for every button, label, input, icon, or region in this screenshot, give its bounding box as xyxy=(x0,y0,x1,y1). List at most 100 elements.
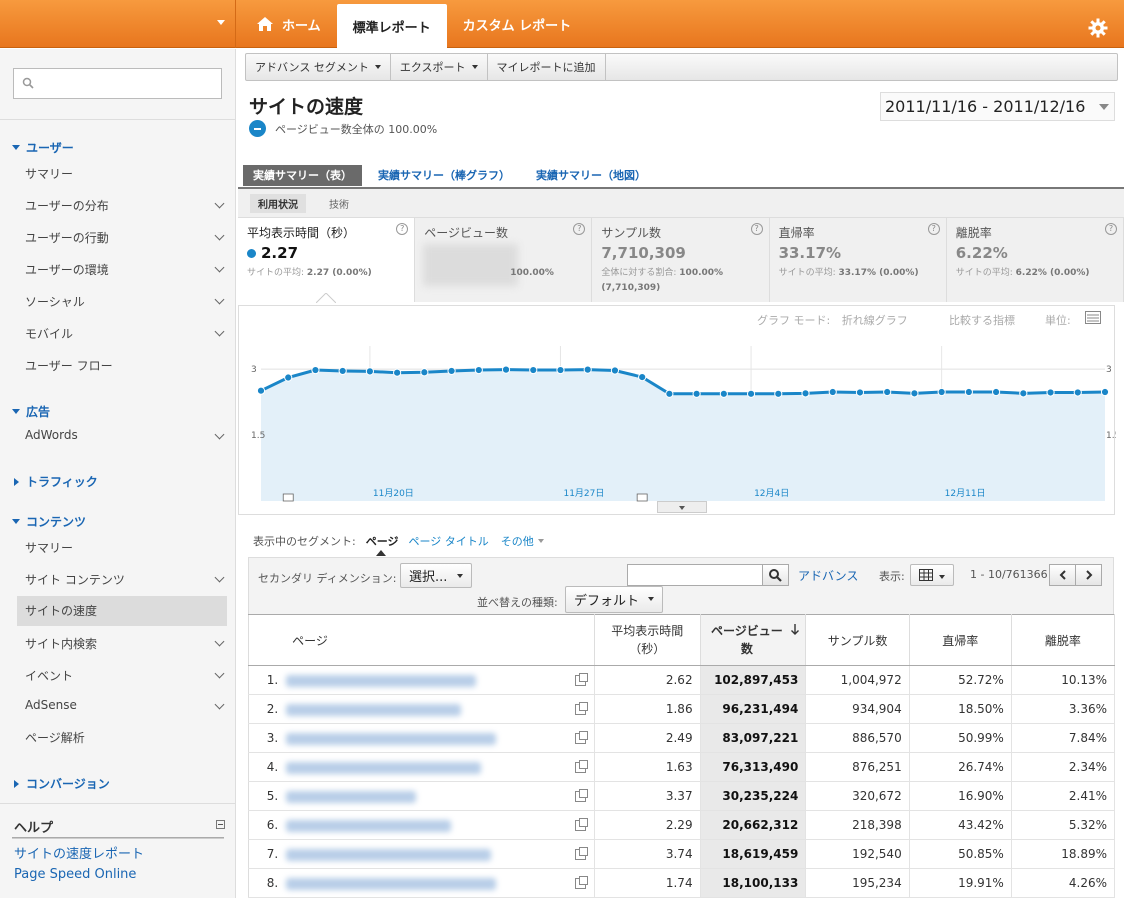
section-users[interactable]: ユーザー xyxy=(12,139,74,156)
secondary-dim-select[interactable]: 選択... xyxy=(400,563,472,588)
avg-load-time-cell: 3.74 xyxy=(594,839,701,869)
sidebar-item-content-summary[interactable]: サマリー xyxy=(25,539,225,556)
sidebar-item-site-content[interactable]: サイト コンテンツ xyxy=(25,571,225,588)
tab-standard-reports[interactable]: 標準レポート xyxy=(336,4,447,48)
section-conversion[interactable]: コンバージョン xyxy=(12,775,110,792)
page-cell[interactable] xyxy=(286,723,596,753)
samples-cell: 886,570 xyxy=(805,723,910,753)
open-link-icon[interactable] xyxy=(575,760,589,773)
y-tick-label-left: 1.5 xyxy=(251,431,265,441)
scorecard-bounce-rate[interactable]: 直帰率 ? 33.17% サイトの平均: 33.17% (0.00%) xyxy=(769,218,947,302)
table-row[interactable]: 1. 2.62 102,897,453 1,004,972 52.72% 10.13% xyxy=(248,665,1116,695)
table-row[interactable]: 5. 3.37 30,235,224 320,672 16.90% 2.41% xyxy=(248,781,1116,811)
view-type-select[interactable] xyxy=(910,564,954,586)
table-filter-button[interactable] xyxy=(762,564,789,586)
sidebar-item-users-demographics[interactable]: ユーザーの分布 xyxy=(25,197,225,214)
header-bounce-rate[interactable]: 直帰率 xyxy=(909,614,1012,666)
scorecard-avg-load-time[interactable]: 平均表示時間（秒） ? 2.27 サイトの平均: 2.27 (0.00%) xyxy=(238,218,416,302)
open-link-icon[interactable] xyxy=(575,702,589,715)
header-samples[interactable]: サンプル数 xyxy=(805,614,910,666)
sort-type-select[interactable]: デフォルト xyxy=(565,586,663,613)
sidebar-item-site-search[interactable]: サイト内検索 xyxy=(25,635,225,652)
sidebar-item-users-behavior[interactable]: ユーザーの行動 xyxy=(25,229,225,246)
table-row[interactable]: 2. 1.86 96,231,494 934,904 18.50% 3.36% xyxy=(248,694,1116,724)
header-pageviews[interactable]: ページビュー数 xyxy=(700,614,807,666)
table-filter-input[interactable] xyxy=(627,564,763,586)
table-row[interactable]: 7. 3.74 18,619,459 192,540 50.85% 18.89% xyxy=(248,839,1116,869)
help-icon[interactable]: ? xyxy=(750,223,763,235)
subtab-technical[interactable]: 技術 xyxy=(321,194,357,213)
tab-home[interactable]: ホーム xyxy=(240,0,337,48)
segment-icon[interactable] xyxy=(249,120,266,137)
date-range-picker[interactable]: 2011/11/16 - 2011/12/16 xyxy=(880,92,1115,121)
open-link-icon[interactable] xyxy=(575,876,589,889)
sidebar-item-adsense[interactable]: AdSense xyxy=(25,698,225,712)
sidebar-search[interactable] xyxy=(13,68,222,99)
help-icon[interactable]: ? xyxy=(927,223,940,235)
sidebar-item-in-page-analytics[interactable]: ページ解析 xyxy=(25,729,225,746)
help-icon[interactable]: ? xyxy=(396,223,409,235)
section-traffic[interactable]: トラフィック xyxy=(12,473,98,490)
next-page-button[interactable] xyxy=(1075,564,1102,586)
sidebar-item-events[interactable]: イベント xyxy=(25,667,225,684)
subtab-usage[interactable]: 利用状況 xyxy=(250,193,306,213)
tab-explorer-map[interactable]: 実績サマリー（地図） xyxy=(526,165,656,186)
minimize-icon[interactable] xyxy=(216,820,225,829)
help-link-page-speed-online[interactable]: Page Speed Online xyxy=(14,867,136,882)
tab-explorer-table[interactable]: 実績サマリー（表） xyxy=(243,165,362,186)
export-button[interactable]: エクスポート xyxy=(391,54,488,80)
help-link-site-speed[interactable]: サイトの速度レポート xyxy=(14,843,144,862)
sidebar-item-site-speed[interactable]: サイトの速度 xyxy=(17,596,227,626)
sidebar-item-users-technology[interactable]: ユーザーの環境 xyxy=(25,261,225,278)
graph-mode[interactable]: グラフ モード: 折れ線グラフ xyxy=(757,312,908,328)
advanced-filter-link[interactable]: アドバンス xyxy=(798,567,858,584)
help-icon[interactable]: ? xyxy=(1104,223,1117,235)
help-icon[interactable]: ? xyxy=(573,223,586,235)
page-cell[interactable] xyxy=(286,665,596,695)
scorecard-exit-rate[interactable]: 離脱率 ? 6.22% サイトの平均: 6.22% (0.00%) xyxy=(946,218,1124,302)
scorecards: 平均表示時間（秒） ? 2.27 サイトの平均: 2.27 (0.00%) ペー… xyxy=(238,218,1124,302)
tab-custom-reports[interactable]: カスタム レポート xyxy=(447,0,588,48)
open-link-icon[interactable] xyxy=(575,818,589,831)
dimension-page-title[interactable]: ページ タイトル xyxy=(409,533,489,549)
page-cell[interactable] xyxy=(286,694,596,724)
account-selector[interactable] xyxy=(0,0,236,48)
page-cell[interactable] xyxy=(286,752,596,782)
sidebar-search-input[interactable] xyxy=(42,73,217,95)
open-link-icon[interactable] xyxy=(575,673,589,686)
gear-icon[interactable] xyxy=(1088,18,1108,38)
page-cell[interactable] xyxy=(286,781,596,811)
section-ads[interactable]: 広告 xyxy=(12,403,50,420)
table-row[interactable]: 6. 2.29 20,662,312 218,398 43.42% 5.32% xyxy=(248,810,1116,840)
open-link-icon[interactable] xyxy=(575,847,589,860)
samples-cell: 320,672 xyxy=(805,781,910,811)
table-icon[interactable] xyxy=(1085,311,1101,324)
add-to-dashboard-button[interactable]: マイレポートに追加 xyxy=(488,54,606,80)
data-point xyxy=(855,388,865,397)
compare-metric[interactable]: 比較する指標 xyxy=(949,312,1015,328)
header-page[interactable]: ページ xyxy=(286,614,596,666)
advanced-segments-button[interactable]: アドバンス セグメント xyxy=(246,54,391,80)
header-avg-load-time[interactable]: 平均表示時間（秒） xyxy=(594,614,701,666)
section-content[interactable]: コンテンツ xyxy=(12,513,86,530)
table-row[interactable]: 4. 1.63 76,313,490 876,251 26.74% 2.34% xyxy=(248,752,1116,782)
open-link-icon[interactable] xyxy=(575,731,589,744)
table-row[interactable]: 8. 1.74 18,100,133 195,234 19.91% 4.26% xyxy=(248,868,1116,898)
sidebar-item-users-mobile[interactable]: モバイル xyxy=(25,325,225,342)
graph-collapse-handle[interactable] xyxy=(657,501,707,513)
page-cell[interactable] xyxy=(286,839,596,869)
page-cell[interactable] xyxy=(286,868,596,898)
tab-explorer-bar[interactable]: 実績サマリー（棒グラフ） xyxy=(368,165,520,186)
table-row[interactable]: 3. 2.49 83,097,221 886,570 50.99% 7.84% xyxy=(248,723,1116,753)
sidebar-item-users-summary[interactable]: サマリー xyxy=(25,165,225,182)
header-exit-rate[interactable]: 離脱率 xyxy=(1011,614,1116,666)
page-cell[interactable] xyxy=(286,810,596,840)
dimension-other[interactable]: その他 xyxy=(501,533,544,549)
scorecard-pageviews[interactable]: ページビュー数 ? 100.00% xyxy=(415,218,593,302)
prev-page-button[interactable] xyxy=(1049,564,1076,586)
sidebar-item-users-social[interactable]: ソーシャル xyxy=(25,293,225,310)
scorecard-samples[interactable]: サンプル数 ? 7,710,309 全体に対する割合: 100.00% (7,7… xyxy=(592,218,770,302)
sidebar-item-users-flow[interactable]: ユーザー フロー xyxy=(25,357,225,374)
open-link-icon[interactable] xyxy=(575,789,589,802)
sidebar-item-adwords[interactable]: AdWords xyxy=(25,428,225,442)
